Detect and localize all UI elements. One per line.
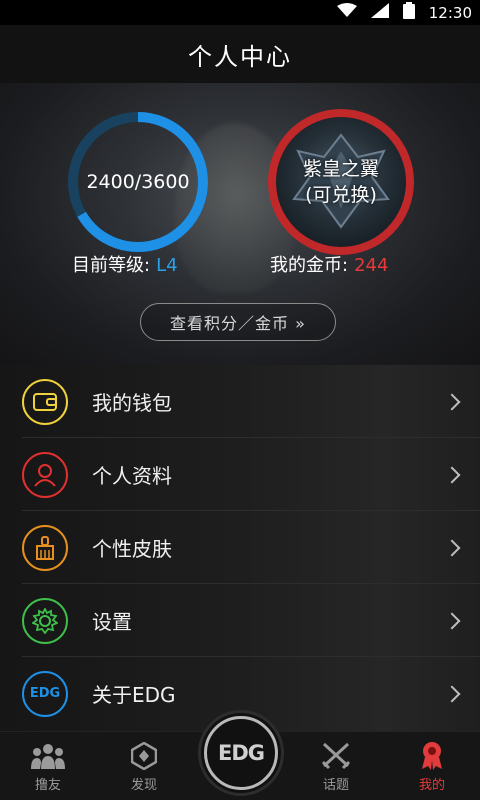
edg-center-button[interactable]: EDG: [198, 710, 284, 796]
edg-logo-text: EDG: [29, 686, 61, 701]
wifi-icon: [336, 3, 357, 22]
tab-label: 我的: [418, 778, 445, 793]
coins-stat: 我的金币: 244: [270, 251, 388, 277]
chevron-right-icon: [443, 466, 461, 483]
page-title-text: 个人中心: [188, 42, 292, 71]
discover-icon: [131, 742, 157, 770]
chevron-right-icon: [443, 612, 461, 629]
battery-icon: [402, 2, 415, 23]
swords-icon: [321, 742, 351, 770]
tab-discover[interactable]: 发现: [96, 732, 192, 800]
chevron-right-icon: [443, 393, 461, 410]
level-label: 目前等级:: [72, 255, 151, 276]
level-value: L4: [156, 255, 178, 276]
level-stat: 目前等级: L4: [72, 251, 178, 277]
menu-item-profile[interactable]: 个人资料: [0, 438, 480, 511]
signal-icon: [370, 3, 389, 22]
menu-item-skins[interactable]: 个性皮肤: [0, 511, 480, 584]
wallet-icon: [22, 378, 68, 425]
menu-item-wallet[interactable]: 我的钱包: [0, 365, 480, 438]
menu-item-settings[interactable]: 设置: [0, 584, 480, 657]
tab-label: 撸友: [34, 778, 61, 793]
chevron-right-icon: [443, 539, 461, 556]
menu-list: 我的钱包 个人资料 个性皮肤 设置 EDG 关于EDG: [0, 365, 480, 731]
edg-logo-icon: EDG: [22, 670, 68, 717]
menu-item-label: 我的钱包: [92, 391, 172, 415]
menu-item-label: 个性皮肤: [92, 537, 172, 561]
menu-item-label: 个人资料: [92, 464, 172, 488]
gear-icon: [22, 597, 68, 644]
experience-progress-ring: 2400/3600: [65, 109, 211, 255]
badge-text: 紫皇之翼 (可兑换): [276, 117, 406, 247]
medal-icon: [420, 742, 444, 770]
badge-status: (可兑换): [305, 184, 377, 206]
chevron-right-icon: [443, 685, 461, 702]
status-bar: 12:30: [0, 0, 480, 25]
brush-icon: [22, 524, 68, 571]
status-time: 12:30: [428, 3, 472, 22]
experience-progress-text: 2400/3600: [86, 171, 190, 193]
badge-name: 紫皇之翼: [302, 158, 379, 180]
view-points-coins-label: 查看积分／金币 »: [170, 314, 306, 333]
tab-label: 发现: [130, 778, 157, 793]
edg-center-logo: EDG: [204, 716, 278, 790]
tab-label: 话题: [322, 778, 349, 793]
coins-value: 244: [354, 255, 389, 276]
view-points-coins-button[interactable]: 查看积分／金币 »: [140, 303, 336, 341]
tab-topics[interactable]: 话题: [288, 732, 384, 800]
menu-item-label: 关于EDG: [92, 683, 176, 707]
coins-label: 我的金币:: [270, 255, 349, 276]
user-icon: [22, 451, 68, 498]
profile-header: 2400/3600 紫皇之翼 (可兑换) 目前等级: L4 我的金币: 244 查看…: [0, 83, 480, 365]
tab-friends[interactable]: 撸友: [0, 732, 96, 800]
badge-ring[interactable]: 紫皇之翼 (可兑换): [268, 109, 414, 255]
friends-icon: [31, 742, 65, 770]
page-title: 个人中心: [0, 25, 480, 83]
menu-item-label: 设置: [92, 610, 132, 634]
tab-mine[interactable]: 我的: [384, 732, 480, 800]
